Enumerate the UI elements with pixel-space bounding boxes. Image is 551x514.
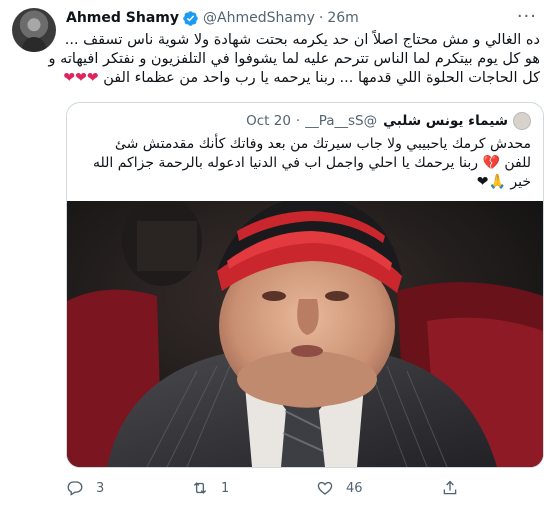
quoted-tweet-photo[interactable] (67, 201, 543, 467)
author-avatar[interactable] (12, 8, 56, 52)
quoted-text-line: محدش كرمك ياحبيبي ولا جاب سيرتك من بعد و… (114, 136, 531, 152)
tweet[interactable]: Ahmed Shamy @AhmedShamy · 26m ··· ده الغ… (0, 0, 551, 514)
separator-dot: · (318, 10, 324, 26)
quoted-tweet[interactable]: شيماء يونس شلبي @Pa__sS__ · Oct 20 محدش … (66, 102, 544, 468)
separator-dot: · (295, 113, 301, 129)
more-options-icon[interactable]: ··· (517, 6, 537, 27)
reply-icon (67, 481, 83, 496)
share-icon (443, 480, 457, 495)
retweet-count: 1 (221, 480, 230, 496)
retweet-icon (193, 482, 207, 494)
tweet-text: ده الغالي و مش محتاج اصلاً ان حد يكرمه ب… (48, 31, 540, 88)
reply-button[interactable]: 3 (66, 479, 191, 497)
tweet-text-line: كل الحاجات الحلوة اللي قدمها ... ربنا ير… (63, 69, 540, 88)
verified-badge-icon (182, 10, 199, 27)
heart-icon (317, 481, 333, 495)
share-button[interactable] (441, 479, 459, 497)
quoted-tweet-time: Oct 20 (246, 113, 291, 129)
red-heart-emoji: ❤❤❤ (63, 70, 99, 86)
tweet-actions: 3 1 46 (66, 478, 486, 498)
tweet-text-line-words: كل الحاجات الحلوة اللي قدمها ... ربنا ير… (103, 70, 540, 86)
quoted-tweet-text: محدش كرمك ياحبيبي ولا جاب سيرتك من بعد و… (79, 135, 531, 192)
quoted-text-line: للفن 💔 ربنا يرحمك يا احلي واجمل اب في ال… (92, 155, 531, 171)
quoted-author-handle: @Pa__sS__ (305, 113, 378, 129)
quoted-text-line: خير 🙏❤ (476, 174, 531, 190)
tweet-header: Ahmed Shamy @AhmedShamy · 26m (66, 8, 359, 28)
portrait-photo (67, 201, 543, 467)
reply-count: 3 (96, 480, 105, 496)
like-button[interactable]: 46 (316, 479, 441, 497)
tweet-time[interactable]: 26m (327, 10, 358, 26)
quoted-tweet-header: شيماء يونس شلبي @Pa__sS__ · Oct 20 (241, 111, 531, 131)
author-name[interactable]: Ahmed Shamy (66, 10, 179, 26)
like-count: 46 (346, 480, 363, 496)
author-handle[interactable]: @AhmedShamy (203, 10, 315, 26)
tweet-text-line: هو كل يوم بيتكرم لما الناس تترحم عليه لم… (48, 51, 540, 67)
retweet-button[interactable]: 1 (191, 479, 316, 497)
quoted-author-name: شيماء يونس شلبي (383, 113, 508, 129)
tweet-text-line: ده الغالي و مش محتاج اصلاً ان حد يكرمه ب… (64, 32, 540, 48)
quoted-author-avatar (513, 112, 531, 130)
